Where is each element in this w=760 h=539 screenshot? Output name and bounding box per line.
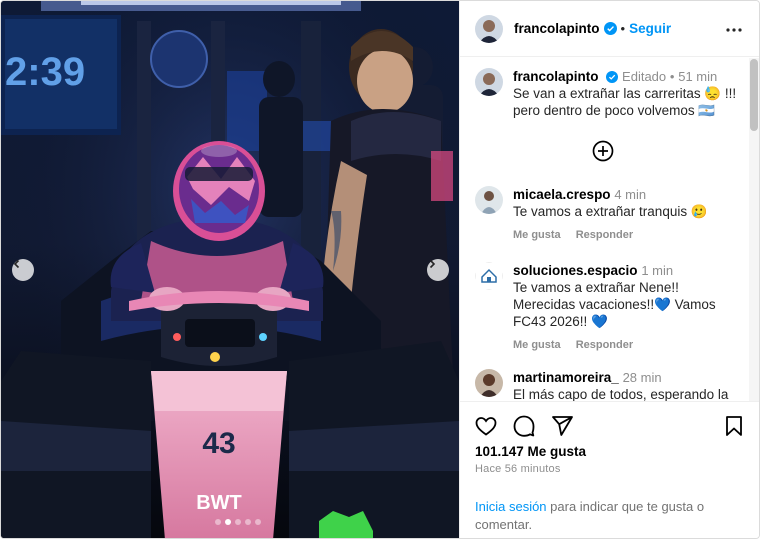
carousel-dot: [245, 519, 251, 525]
more-icon[interactable]: [726, 22, 742, 38]
carousel-prev-button[interactable]: [12, 259, 34, 281]
carousel-dots: [215, 519, 261, 525]
profile-picture-icon: [475, 262, 503, 290]
plus-circle-icon[interactable]: [592, 140, 614, 162]
caption-line-2: pero dentro de poco volvemos 🇦🇷: [513, 103, 716, 118]
carousel-dot-active: [225, 519, 231, 525]
comment-username[interactable]: micaela.crespo: [513, 187, 611, 202]
avatar[interactable]: [475, 186, 503, 214]
action-icons: [474, 414, 574, 438]
verified-badge-icon: [606, 71, 619, 83]
comment-time: 1 min: [641, 263, 674, 278]
login-prompt: Inicia sesión para indicar que te gusta …: [475, 498, 740, 534]
comment-text-line-1: Te vamos a extrañar Nene!!: [513, 280, 679, 295]
carousel-dot: [235, 519, 241, 525]
heart-icon[interactable]: [474, 414, 498, 438]
comment-text: El más capo de todos, esperando la: [513, 387, 729, 401]
login-link[interactable]: Inicia sesión: [475, 499, 547, 514]
caption-line-1: Se van a extrañar las carreritas 😓 !!!: [513, 86, 737, 101]
post-sidebar: francolapinto • Seguir francolapinto Edi…: [459, 1, 759, 538]
comment-text: Te vamos a extrañar tranquis 🥲: [513, 204, 708, 219]
comment-reply-button[interactable]: Responder: [576, 229, 633, 241]
post-photo[interactable]: 43 BWT 2:39: [1, 1, 459, 538]
comment-actions: Me gusta Responder: [513, 229, 745, 241]
post-header: francolapinto • Seguir: [460, 1, 759, 57]
chevron-right-icon: [429, 259, 436, 269]
meta-separator: •: [669, 69, 675, 84]
avatar[interactable]: [475, 14, 503, 43]
comment-like-button[interactable]: Me gusta: [513, 229, 561, 241]
comment-item: micaela.crespo 4 min Te vamos a extrañar…: [475, 186, 745, 241]
comment-item: soluciones.espacio 1 min Te vamos a extr…: [475, 262, 745, 351]
comment-username[interactable]: soluciones.espacio: [513, 263, 638, 278]
avatar[interactable]: [475, 68, 503, 96]
comment-reply-button[interactable]: Responder: [576, 339, 633, 351]
follow-button[interactable]: Seguir: [629, 21, 671, 36]
car-number: 43: [202, 427, 235, 460]
comment-text-line-2: Merecidas vacaciones!!💙 Vamos: [513, 297, 716, 312]
bookmark-icon[interactable]: [722, 414, 746, 438]
profile-picture-icon: [475, 14, 503, 43]
comment-item: martinamoreira_ 28 min El más capo de to…: [475, 369, 745, 401]
comment-text-line-3: FC43 2026!! 💙: [513, 314, 608, 329]
instagram-post-embed: 43 BWT 2:39 francolapinto • Seguir franc…: [0, 0, 760, 539]
comment-username[interactable]: martinamoreira_: [513, 370, 619, 385]
caption: francolapinto Editado • 51 min Se van a …: [475, 68, 745, 119]
post-username[interactable]: francolapinto: [514, 21, 600, 36]
post-time: Hace 56 minutos: [475, 463, 561, 475]
garage-clock: 2:39: [5, 50, 85, 94]
carousel-next-button[interactable]: [427, 259, 449, 281]
sponsor-logo-text: BWT: [196, 492, 242, 514]
caption-time: 51 min: [678, 69, 718, 84]
share-icon[interactable]: [550, 414, 574, 438]
header-separator: •: [620, 21, 626, 36]
avatar[interactable]: [475, 369, 503, 397]
carousel-dot: [215, 519, 221, 525]
racing-car-photo: 43 BWT 2:39: [1, 1, 459, 538]
profile-picture-icon: [475, 186, 503, 214]
likes-count[interactable]: 101.147 Me gusta: [475, 444, 586, 459]
comment-time: 28 min: [622, 370, 662, 385]
post-footer: 101.147 Me gusta Hace 56 minutos Inicia …: [460, 401, 759, 538]
comment-time: 4 min: [614, 187, 647, 202]
comment-like-button[interactable]: Me gusta: [513, 339, 561, 351]
profile-picture-icon: [475, 369, 503, 397]
verified-badge-icon: [603, 22, 617, 35]
comments-section: francolapinto Editado • 51 min Se van a …: [460, 58, 759, 401]
avatar[interactable]: [475, 262, 503, 290]
caption-username[interactable]: francolapinto: [513, 69, 599, 84]
comment-actions: Me gusta Responder: [513, 339, 745, 351]
carousel-dot: [255, 519, 261, 525]
chevron-left-icon: [13, 259, 20, 269]
profile-picture-icon: [475, 68, 503, 96]
edited-label: Editado: [622, 69, 667, 84]
comment-icon[interactable]: [512, 414, 536, 438]
